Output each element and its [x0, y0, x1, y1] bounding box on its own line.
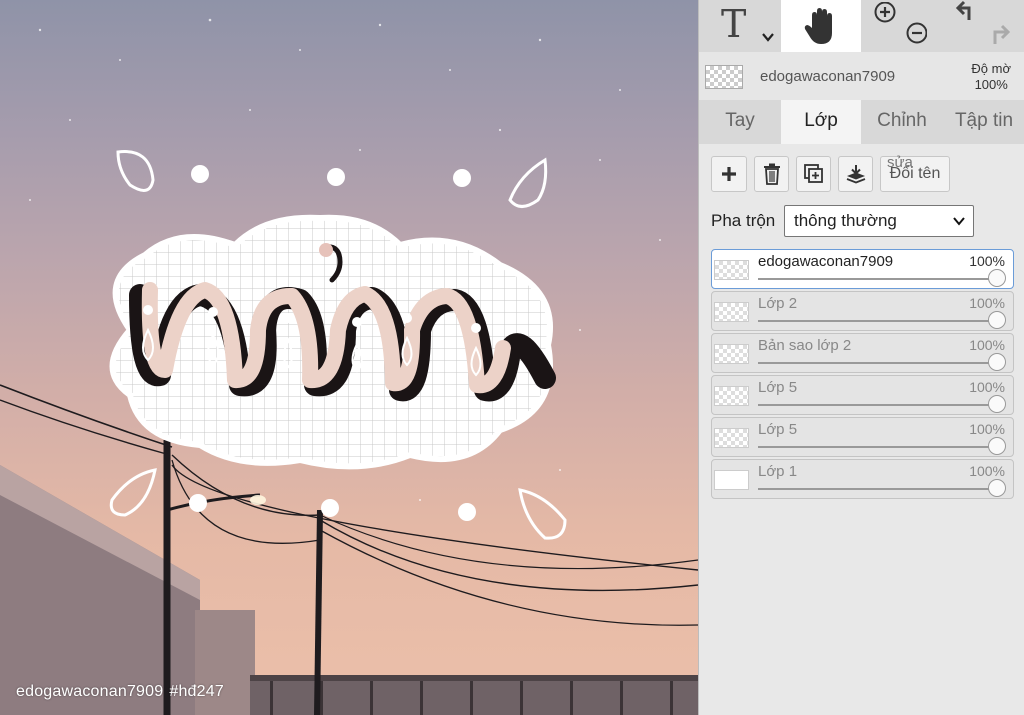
layer-item[interactable]: Bản sao lớp 2 100%: [711, 333, 1014, 373]
opacity-slider[interactable]: [758, 446, 999, 448]
text-tool-icon: T: [721, 2, 747, 46]
opacity-slider-handle[interactable]: [988, 395, 1006, 413]
layer-opacity: 100%: [969, 463, 1005, 479]
undo-icon[interactable]: [955, 0, 983, 26]
blend-mode-value: thông thường: [794, 211, 897, 230]
current-layer-name: edogawaconan7909: [760, 68, 896, 85]
zoom-in-icon[interactable]: [871, 2, 927, 48]
layer-name: edogawaconan7909: [758, 253, 894, 270]
tab-tap-tin[interactable]: Tập tin: [943, 100, 1024, 144]
layer-item[interactable]: edogawaconan7909 100%: [711, 249, 1014, 289]
history-tools: [943, 0, 1024, 52]
panel-tabs: Tay Lớp Chỉnh Tập tin: [699, 100, 1024, 144]
layer-item[interactable]: Lớp 5 100%: [711, 417, 1014, 457]
opacity-value: 100%: [974, 77, 1008, 92]
side-panel: T edogawaconan7909 Độ mờ 100% Tay Lớp Ch…: [698, 0, 1024, 715]
text-tool-button[interactable]: T: [699, 0, 781, 52]
opacity-slider[interactable]: [758, 488, 999, 490]
hand-tool-button[interactable]: [781, 0, 861, 52]
opacity-slider-handle[interactable]: [988, 479, 1006, 497]
layer-opacity: 100%: [969, 253, 1005, 269]
tool-bar: T: [699, 0, 1024, 52]
opacity-slider[interactable]: [758, 362, 999, 364]
layers-tab-content: Đổi tên sửa Pha trộn thông thường edogaw…: [699, 144, 1024, 715]
opacity-slider[interactable]: [758, 404, 999, 406]
current-layer-thumbnail: [705, 65, 743, 89]
layer-name: Lớp 1: [758, 463, 798, 480]
image-canvas[interactable]: edogawaconan7909 #hđ247: [0, 0, 698, 715]
layer-opacity: 100%: [969, 379, 1005, 395]
opacity-slider-handle[interactable]: [988, 353, 1006, 371]
blend-mode-label: Pha trộn: [711, 211, 776, 230]
watermark-user: edogawaconan7909: [16, 683, 164, 700]
watermark-tag: #hđ247: [169, 683, 224, 700]
layer-thumbnail: [714, 344, 749, 364]
tab-tay[interactable]: Tay: [699, 100, 781, 144]
layer-thumbnail: [714, 428, 749, 448]
duplicate-layer-button[interactable]: [796, 156, 831, 192]
current-layer-opacity[interactable]: Độ mờ 100%: [971, 61, 1011, 93]
opacity-slider-handle[interactable]: [988, 269, 1006, 287]
layer-name: Bản sao lớp 2: [758, 337, 852, 354]
trash-icon: [763, 163, 780, 185]
chevron-down-icon: [762, 33, 774, 42]
artwork: [0, 18, 698, 715]
layer-thumbnail: [714, 302, 749, 322]
layer-opacity: 100%: [969, 295, 1005, 311]
tab-chinh[interactable]: Chỉnh: [861, 100, 943, 144]
layer-thumbnail: [714, 260, 749, 280]
zoom-tools: [861, 0, 943, 52]
redo-icon[interactable]: [987, 20, 1015, 46]
chevron-down-icon: [953, 217, 965, 226]
merge-down-button[interactable]: [838, 156, 873, 192]
opacity-slider-handle[interactable]: [988, 311, 1006, 329]
duplicate-icon: [803, 164, 823, 183]
hand-icon: [804, 8, 832, 44]
layer-opacity: 100%: [969, 337, 1005, 353]
tab-lop[interactable]: Lớp: [781, 100, 861, 144]
delete-layer-button[interactable]: [754, 156, 789, 192]
watermark: edogawaconan7909 #hđ247: [16, 683, 224, 701]
layer-item[interactable]: Lớp 2 100%: [711, 291, 1014, 331]
layer-name: Lớp 5: [758, 421, 798, 438]
merge-down-icon: [846, 165, 865, 184]
layer-opacity: 100%: [969, 421, 1005, 437]
rename-overlay-text: sửa: [887, 154, 913, 171]
layer-name: Lớp 2: [758, 295, 798, 312]
current-layer-bar: edogawaconan7909 Độ mờ 100%: [699, 52, 1024, 100]
opacity-slider-handle[interactable]: [988, 437, 1006, 455]
opacity-slider[interactable]: [758, 320, 999, 322]
layer-name: Lớp 5: [758, 379, 798, 396]
opacity-slider[interactable]: [758, 278, 999, 280]
layer-thumbnail: [714, 470, 749, 490]
layer-item[interactable]: Lớp 1 100%: [711, 459, 1014, 499]
add-layer-button[interactable]: [711, 156, 747, 192]
opacity-label: Độ mờ: [971, 61, 1011, 76]
layer-thumbnail: [714, 386, 749, 406]
blend-mode-select[interactable]: thông thường: [784, 205, 974, 237]
plus-icon: [722, 167, 736, 181]
layer-item[interactable]: Lớp 5 100%: [711, 375, 1014, 415]
